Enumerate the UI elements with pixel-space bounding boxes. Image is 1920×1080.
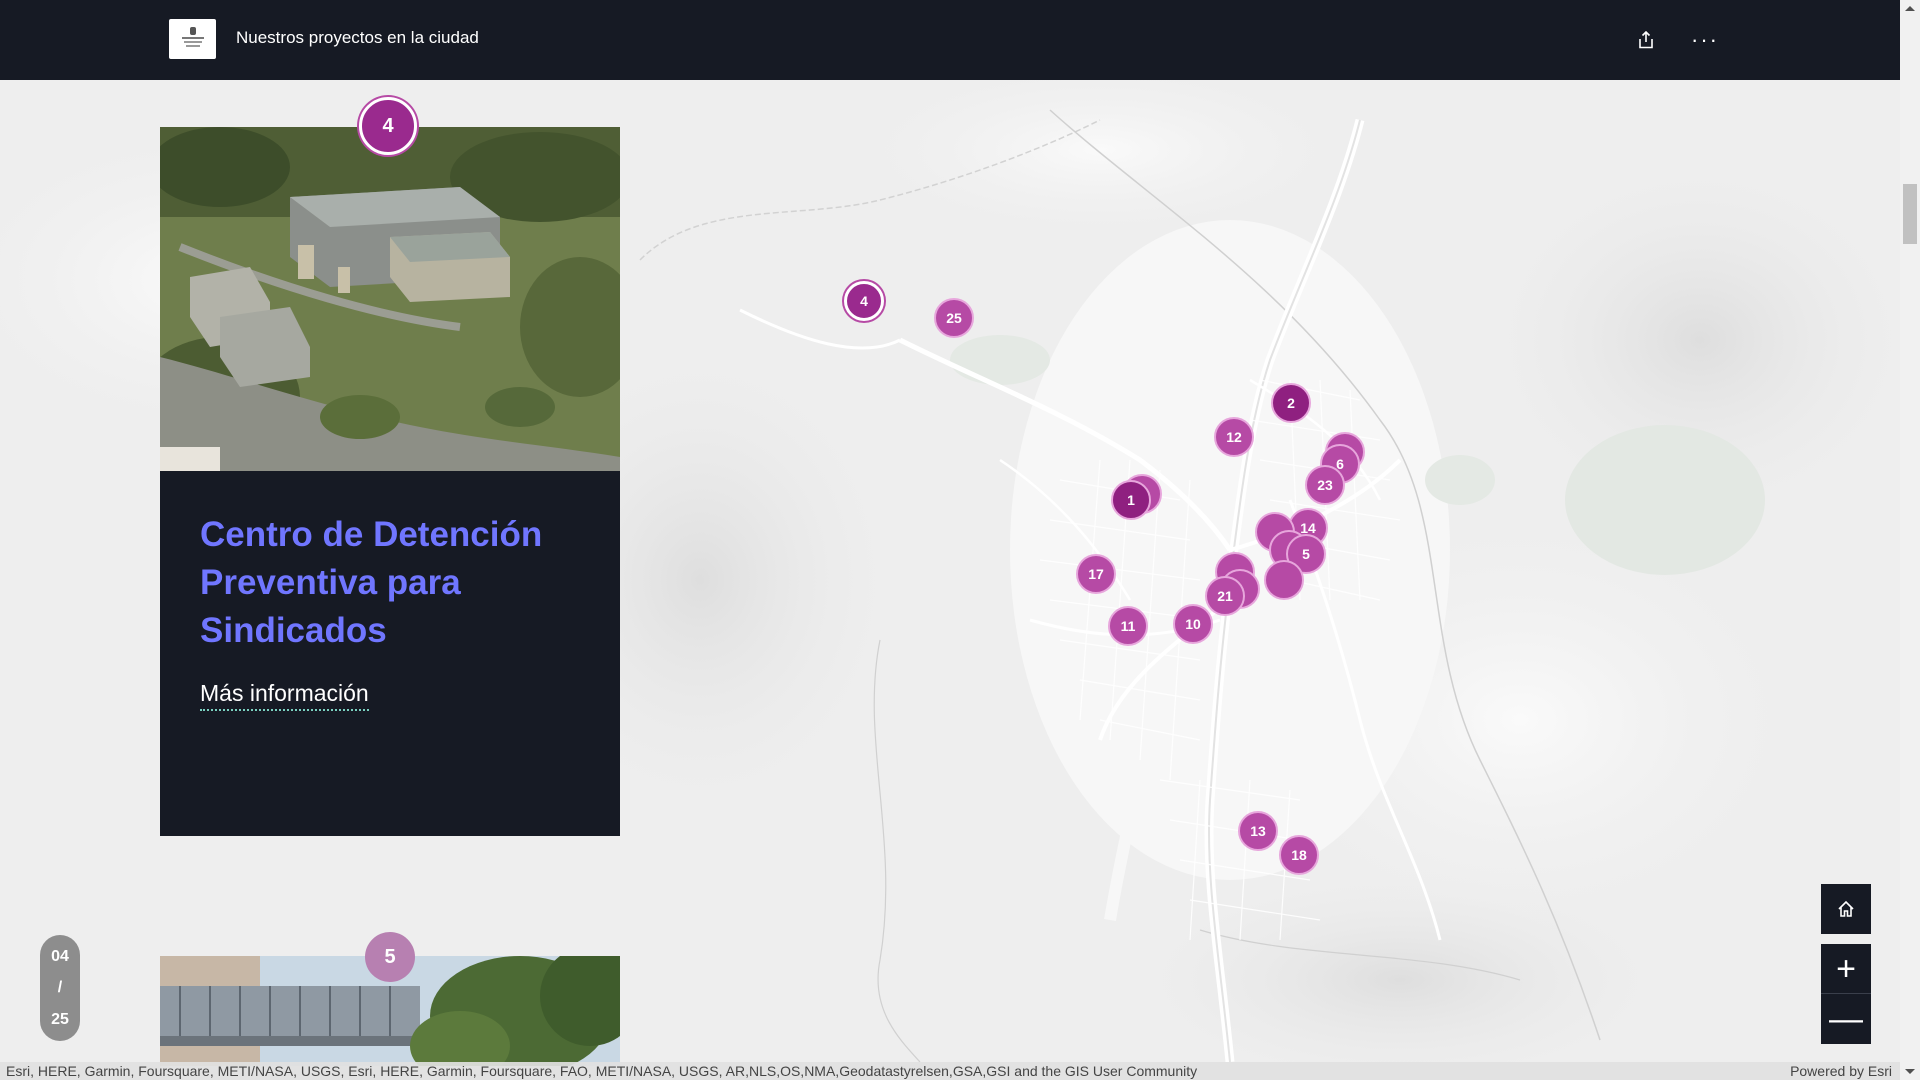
city-logo[interactable] [169, 19, 216, 59]
map-marker[interactable]: 18 [1279, 835, 1319, 875]
page-scrollbar[interactable] [1900, 0, 1920, 1080]
scroll-down-arrow-icon[interactable] [1905, 1069, 1915, 1074]
home-icon [1838, 900, 1854, 917]
map-marker[interactable]: 11 [1108, 606, 1148, 646]
map-marker[interactable]: 23 [1305, 465, 1345, 505]
map-marker[interactable]: 17 [1076, 554, 1116, 594]
project-title: Centro de Detención Preventiva para Sind… [200, 515, 543, 650]
progress-total: 25 [51, 1011, 69, 1028]
share-button[interactable] [1628, 22, 1664, 58]
project-card: Centro de Detención Preventiva para Sind… [160, 127, 620, 836]
project-image [160, 127, 620, 471]
scroll-up-arrow-icon[interactable] [1905, 6, 1915, 11]
zoom-in-button[interactable]: + [1821, 944, 1871, 994]
zoom-divider [1821, 993, 1871, 994]
story-title: Nuestros proyectos en la ciudad [236, 28, 479, 47]
logo-emblem-icon [182, 27, 204, 51]
map-marker[interactable]: 13 [1238, 811, 1278, 851]
map-marker[interactable]: 12 [1214, 417, 1254, 457]
map-marker[interactable]: 4 [844, 281, 884, 321]
map-marker[interactable]: 10 [1173, 604, 1213, 644]
map-marker[interactable]: 2 [1271, 383, 1311, 423]
plus-icon: + [1836, 949, 1856, 988]
attribution-text: Esri, HERE, Garmin, Foursquare, METI/NAS… [6, 1063, 1198, 1079]
more-options-button[interactable]: ··· [1687, 22, 1723, 58]
map-marker[interactable]: 1 [1111, 480, 1151, 520]
project-number-badge-next[interactable]: 5 [365, 932, 415, 982]
minus-icon: — [1829, 999, 1863, 1038]
more-options-icon: ··· [1691, 27, 1719, 52]
map-attribution: Esri, HERE, Garmin, Foursquare, METI/NAS… [0, 1062, 1900, 1080]
progress-current: 04 [51, 948, 69, 965]
map-marker[interactable]: 25 [934, 298, 974, 338]
home-button[interactable] [1821, 884, 1871, 934]
map-marker[interactable] [1264, 560, 1304, 600]
scroll-thumb[interactable] [1903, 184, 1917, 244]
zoom-out-button[interactable]: — [1821, 994, 1871, 1044]
progress-separator: / [57, 979, 63, 996]
more-info-link[interactable]: Más información [200, 680, 369, 711]
powered-by-esri[interactable]: Powered by Esri [1790, 1062, 1892, 1080]
app-header: Nuestros proyectos en la ciudad ··· [0, 0, 1900, 80]
story-progress-indicator: 04 / 25 [40, 935, 80, 1041]
map-marker[interactable]: 21 [1205, 576, 1245, 616]
share-icon [1639, 31, 1653, 49]
project-number-badge[interactable]: 4 [359, 97, 417, 155]
